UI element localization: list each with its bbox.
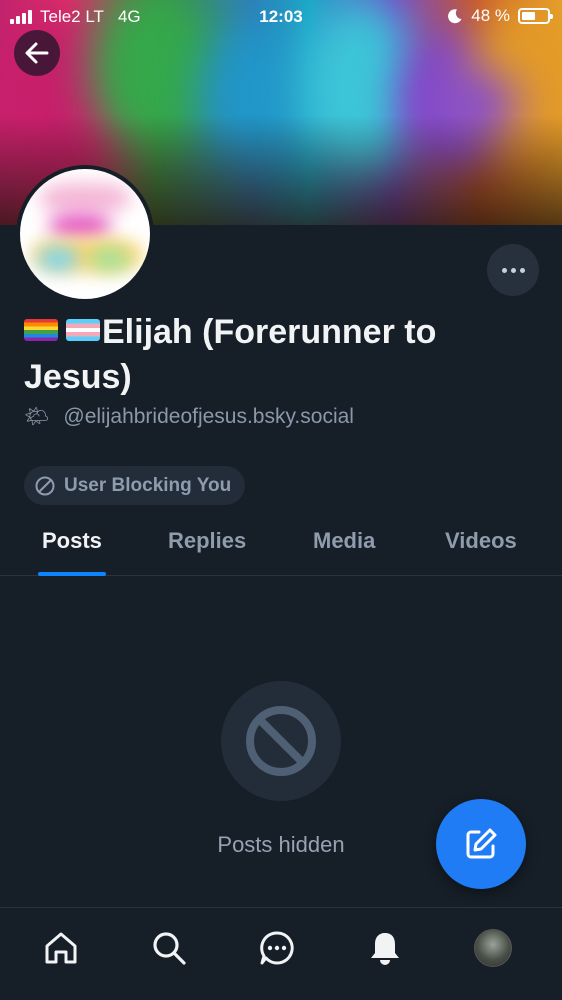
tab-videos[interactable]: Videos xyxy=(445,528,517,554)
nav-chat[interactable] xyxy=(257,928,297,968)
back-button[interactable] xyxy=(14,30,60,76)
arrow-left-icon xyxy=(25,42,49,64)
tab-replies[interactable]: Replies xyxy=(168,528,246,554)
profile-avatar[interactable] xyxy=(16,165,154,303)
transgender-flag-icon xyxy=(66,319,100,341)
battery-percent: 48 % xyxy=(471,6,510,25)
chat-icon xyxy=(260,931,294,965)
blocked-icon xyxy=(246,706,316,776)
nav-profile[interactable] xyxy=(473,928,513,968)
nav-home[interactable] xyxy=(41,928,81,968)
status-bar: Tele2 LT 4G 12:03 48 % xyxy=(0,0,562,34)
search-icon xyxy=(153,932,186,965)
avatar xyxy=(474,929,512,967)
compose-button[interactable] xyxy=(436,799,526,889)
rainbow-flag-icon xyxy=(24,319,58,341)
moon-icon xyxy=(448,9,462,24)
home-icon xyxy=(45,932,77,964)
nav-search[interactable] xyxy=(149,928,189,968)
tab-media[interactable]: Media xyxy=(313,528,375,554)
more-options-button[interactable] xyxy=(487,244,539,296)
no-entry-icon xyxy=(35,476,55,495)
active-tab-indicator xyxy=(38,572,106,576)
posts-hidden-icon-circle xyxy=(221,681,341,801)
compose-icon xyxy=(466,828,497,859)
nav-notifications[interactable] xyxy=(365,928,405,968)
display-name: Elijah (Forerunner to Jesus) xyxy=(24,310,504,400)
tab-posts[interactable]: Posts xyxy=(42,528,102,554)
blocking-status-label: User Blocking You xyxy=(64,474,232,496)
blocking-status-badge[interactable]: User Blocking You xyxy=(24,466,246,505)
bell-icon xyxy=(371,933,399,965)
profile-tabs: Posts Replies Media Videos xyxy=(0,512,562,576)
sunrise-emoji: 🌤 xyxy=(24,406,50,428)
handle-text: @elijahbrideofjesus.bsky.social xyxy=(63,404,354,428)
battery-icon xyxy=(518,8,553,24)
bottom-navigation xyxy=(0,907,562,1000)
handle-row: 🌤 @elijahbrideofjesus.bsky.social xyxy=(24,404,354,429)
